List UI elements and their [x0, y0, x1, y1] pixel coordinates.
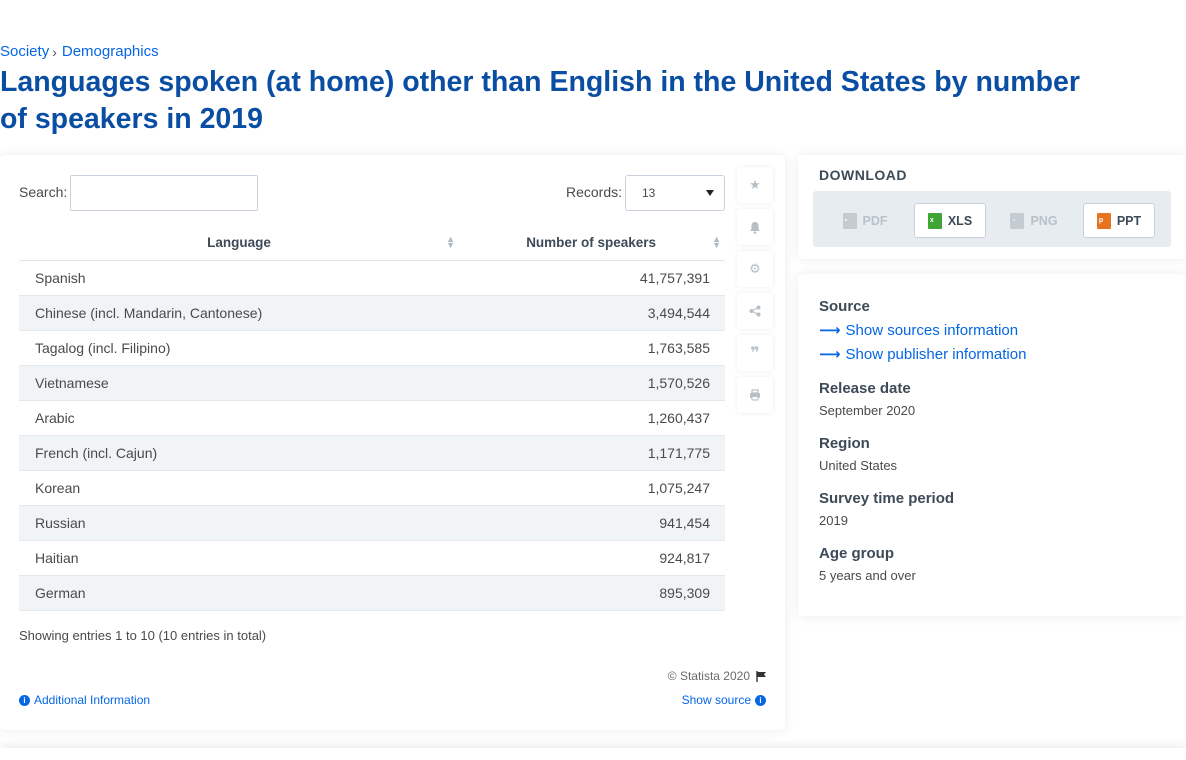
table-row: Tagalog (incl. Filipino) 1,763,585 [19, 330, 725, 366]
table-row: Spanish 41,757,391 [19, 260, 725, 296]
arrow-right-icon: ⟶ [819, 346, 841, 363]
bell-icon [750, 221, 760, 234]
arrow-right-icon: ⟶ [819, 322, 841, 339]
cell-speakers: 1,171,775 [459, 435, 725, 471]
settings-button[interactable]: ⚙ [737, 251, 773, 287]
print-icon [750, 389, 760, 401]
download-ppt-button[interactable]: p PPT [1083, 203, 1155, 238]
age-group-heading: Age group [819, 545, 894, 562]
cell-speakers: 41,757,391 [459, 260, 725, 296]
cell-language: Arabic [19, 400, 459, 436]
search-input[interactable] [70, 175, 258, 211]
table-row: Arabic 1,260,437 [19, 400, 725, 436]
table-row: German 895,309 [19, 575, 725, 611]
png-file-icon: ▫ [1010, 212, 1025, 229]
favorite-button[interactable]: ★ [737, 167, 773, 203]
print-button[interactable] [737, 377, 773, 413]
cell-language: Russian [19, 505, 459, 541]
breadcrumb-link-demographics[interactable]: Demographics [62, 43, 159, 60]
quote-icon: ❞ [750, 345, 760, 362]
info-icon: i [755, 694, 766, 706]
chevron-down-icon [706, 190, 714, 196]
release-date-heading: Release date [819, 380, 911, 397]
table-row: Chinese (incl. Mandarin, Cantonese) 3,49… [19, 295, 725, 331]
cell-language: Korean [19, 470, 459, 506]
gear-icon: ⚙ [749, 261, 761, 276]
records-label: Records: [566, 184, 623, 200]
copyright: © Statista 2020 [668, 669, 767, 683]
breadcrumb-separator: › [52, 43, 57, 60]
page-title: Languages spoken (at home) other than En… [0, 66, 1080, 135]
download-title: DOWNLOAD [819, 167, 907, 183]
sort-icon: ▲ ▼ [446, 234, 455, 250]
cell-speakers: 1,570,526 [459, 365, 725, 401]
ppt-file-icon: p [1096, 212, 1111, 229]
survey-period-heading: Survey time period [819, 490, 955, 507]
cell-language: French (incl. Cajun) [19, 435, 459, 471]
cell-speakers: 1,763,585 [459, 330, 725, 366]
cite-button[interactable]: ❞ [737, 335, 773, 371]
cell-speakers: 1,075,247 [459, 470, 725, 506]
region-heading: Region [819, 435, 870, 452]
download-xls-button[interactable]: x XLS [914, 203, 986, 238]
survey-period-value: 2019 [819, 513, 848, 528]
table-row: French (incl. Cajun) 1,171,775 [19, 435, 725, 471]
star-icon: ★ [749, 177, 761, 192]
table-row: Russian 941,454 [19, 505, 725, 541]
age-group-value: 5 years and over [819, 568, 916, 583]
cell-language: Spanish [19, 260, 459, 296]
share-icon [749, 305, 761, 317]
table-row: Korean 1,075,247 [19, 470, 725, 506]
records-select-value: 13 [642, 186, 656, 200]
column-header-speakers[interactable]: Number of speakers ▲ ▼ [459, 225, 725, 261]
table-row: Vietnamese 1,570,526 [19, 365, 725, 401]
cell-language: Vietnamese [19, 365, 459, 401]
region-value: United States [819, 458, 898, 473]
copyright-text: © Statista 2020 [667, 669, 750, 683]
download-pdf-button[interactable]: ▪ PDF [829, 203, 901, 238]
info-icon: i [19, 694, 30, 706]
cell-language: Haitian [19, 540, 459, 576]
records-select[interactable]: 13 [625, 175, 725, 211]
source-heading: Source [819, 298, 870, 315]
cell-language: Tagalog (incl. Filipino) [19, 330, 459, 366]
download-png-button[interactable]: ▫ PNG [998, 203, 1070, 238]
cell-speakers: 1,260,437 [459, 400, 725, 436]
search-label: Search: [19, 184, 68, 200]
side-toolbar: ★ ⚙ ❞ [737, 167, 773, 419]
show-sources-link[interactable]: ⟶ Show sources information [819, 321, 1018, 340]
cell-speakers: 895,309 [459, 575, 725, 611]
show-publisher-link[interactable]: ⟶ Show publisher information [819, 345, 1026, 364]
share-button[interactable] [737, 293, 773, 329]
page-footer-edge [0, 748, 1186, 760]
cell-language: Chinese (incl. Mandarin, Cantonese) [19, 295, 459, 331]
cell-language: German [19, 575, 459, 611]
additional-information-link[interactable]: i Additional Information [19, 693, 150, 707]
breadcrumb: Society › Demographics [0, 43, 159, 60]
flag-icon[interactable] [756, 670, 767, 682]
table-row: Haitian 924,817 [19, 540, 725, 576]
data-table: Language ▲ ▼ Number of speakers ▲ ▼ Spanis… [19, 225, 725, 611]
entries-info: Showing entries 1 to 10 (10 entries in t… [19, 628, 267, 643]
release-date-value: September 2020 [819, 403, 916, 418]
breadcrumb-link-society[interactable]: Society [0, 43, 49, 60]
sort-icon: ▲ ▼ [712, 234, 721, 250]
cell-speakers: 3,494,544 [459, 295, 725, 331]
notification-button[interactable] [737, 209, 773, 245]
cell-speakers: 924,817 [459, 540, 725, 576]
column-header-language[interactable]: Language ▲ ▼ [19, 225, 459, 261]
show-source-link[interactable]: Show source i [682, 693, 766, 707]
xls-file-icon: x [927, 212, 942, 229]
cell-speakers: 941,454 [459, 505, 725, 541]
pdf-file-icon: ▪ [842, 212, 857, 229]
